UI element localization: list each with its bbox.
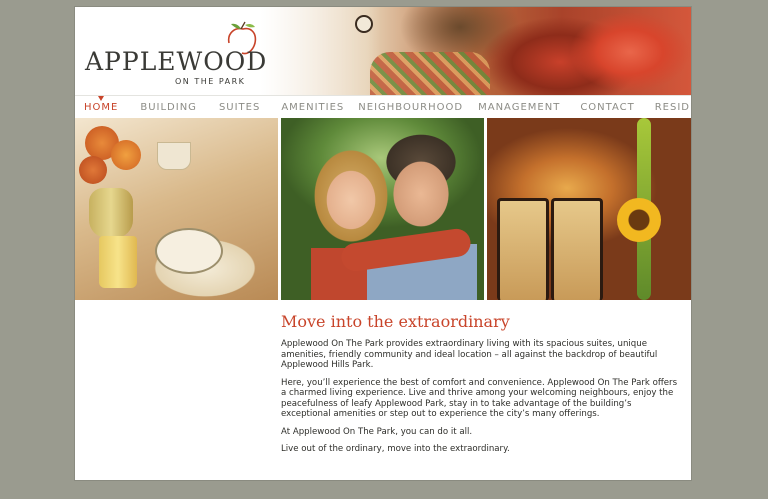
intro-paragraph: Applewood On The Park provides extraordi… bbox=[281, 339, 658, 370]
main-content: Move into the extraordinary Applewood On… bbox=[281, 312, 681, 462]
pillow-decoration bbox=[370, 52, 490, 95]
applewood-logo[interactable]: APPLEWOOD ON THE PARK bbox=[85, 19, 266, 89]
body-paragraph: At Applewood On The Park, you can do it … bbox=[281, 426, 473, 437]
nav-label-amenities: AMENITIES bbox=[281, 101, 345, 113]
teacup-decoration bbox=[157, 142, 191, 170]
nav-item-suites[interactable]: SUITES bbox=[219, 102, 260, 113]
sunflower-decoration bbox=[617, 198, 661, 242]
nav-item-management[interactable]: MANAGEMENT bbox=[478, 102, 560, 113]
clock-icon bbox=[355, 15, 373, 33]
main-navigation: HOME BUILDING SUITES AMENITIES NEIGHBOUR… bbox=[75, 95, 691, 118]
nav-label-building: BUILDING bbox=[140, 101, 197, 113]
active-marker-icon bbox=[98, 95, 105, 101]
nav-item-building[interactable]: BUILDING bbox=[140, 102, 197, 113]
dining-room-photo bbox=[487, 118, 691, 300]
vase-decoration bbox=[89, 188, 133, 238]
rose-decoration bbox=[79, 156, 107, 184]
rose-decoration bbox=[111, 140, 141, 170]
nav-label-resident-login: RESIDENT LOGIN bbox=[654, 101, 691, 113]
page-container: APPLEWOOD ON THE PARK HOME BUILDING SUIT… bbox=[75, 7, 691, 480]
nav-item-contact[interactable]: CONTACT bbox=[580, 102, 634, 113]
tea-table-photo bbox=[75, 118, 278, 300]
chair-decoration bbox=[551, 198, 603, 300]
nav-item-home[interactable]: HOME bbox=[84, 95, 119, 113]
nav-label-neighbourhood: NEIGHBOURHOOD bbox=[358, 101, 464, 113]
brand-tagline: ON THE PARK bbox=[175, 77, 246, 86]
closing-paragraph: Live out of the ordinary, move into the … bbox=[281, 444, 510, 454]
site-header: APPLEWOOD ON THE PARK bbox=[75, 7, 691, 95]
brand-name: APPLEWOOD bbox=[85, 47, 268, 76]
photo-strip bbox=[75, 118, 691, 300]
nav-item-resident-login[interactable]: RESIDENT LOGIN bbox=[655, 102, 691, 113]
nav-label-management: MANAGEMENT bbox=[478, 101, 561, 113]
nav-label-home: HOME bbox=[84, 101, 119, 113]
header-living-room-photo bbox=[260, 7, 691, 95]
couple-photo bbox=[281, 118, 484, 300]
nav-item-amenities[interactable]: AMENITIES bbox=[281, 102, 344, 113]
man-figure bbox=[367, 134, 477, 300]
body-paragraph: Here, you’ll experience the best of comf… bbox=[281, 377, 678, 420]
chair-decoration bbox=[497, 198, 549, 300]
nav-label-suites: SUITES bbox=[218, 101, 261, 113]
page-headline: Move into the extraordinary bbox=[281, 312, 510, 331]
nav-item-neighbourhood[interactable]: NEIGHBOURHOOD bbox=[358, 102, 463, 113]
candle-decoration bbox=[99, 236, 137, 288]
saucer-decoration bbox=[155, 228, 223, 274]
nav-label-contact: CONTACT bbox=[580, 101, 635, 113]
